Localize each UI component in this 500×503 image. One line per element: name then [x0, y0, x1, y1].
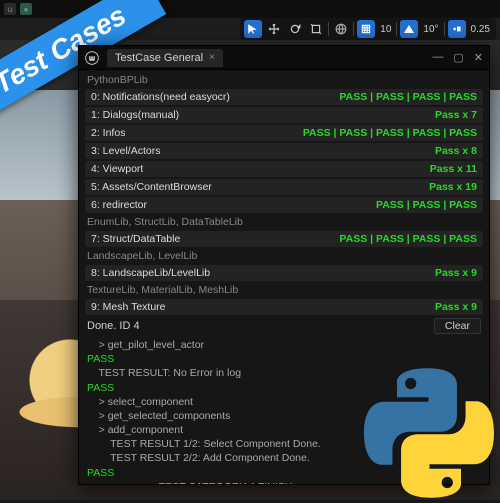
test-row[interactable]: 2: Infos PASS | PASS | PASS | PASS | PASS	[85, 125, 483, 141]
project-icon: ●	[20, 3, 32, 15]
test-label: 0: Notifications(need easyocr)	[91, 91, 230, 103]
group-header: EnumLib, StructLib, DataTableLib	[79, 214, 489, 230]
test-status: PASS | PASS | PASS | PASS	[339, 91, 477, 103]
test-status: PASS | PASS | PASS | PASS | PASS	[303, 127, 477, 139]
test-label: 8: LandscapeLib/LevelLib	[91, 267, 210, 279]
scale-snap-button[interactable]	[448, 20, 466, 38]
test-status: Pass x 9	[435, 301, 477, 313]
test-row[interactable]: 7: Struct/DataTable PASS | PASS | PASS | …	[85, 231, 483, 247]
test-row[interactable]: 5: Assets/ContentBrowser Pass x 19	[85, 179, 483, 195]
test-label: 7: Struct/DataTable	[91, 233, 180, 245]
test-row[interactable]: 8: LandscapeLib/LevelLib Pass x 9	[85, 265, 483, 281]
rotate-mode-button[interactable]	[286, 20, 304, 38]
test-row[interactable]: 0: Notifications(need easyocr) PASS | PAS…	[85, 89, 483, 105]
test-row[interactable]: 4: Viewport Pass x 11	[85, 161, 483, 177]
viewport-toolbar: 10 10° 0.25	[240, 18, 496, 40]
test-label: 4: Viewport	[91, 163, 143, 175]
angle-snap-value[interactable]: 10°	[421, 24, 440, 35]
test-label: 1: Dialogs(manual)	[91, 109, 179, 121]
python-logo-icon	[364, 368, 494, 498]
scale-mode-button[interactable]	[307, 20, 325, 38]
test-status: Pass x 19	[429, 181, 477, 193]
group-header: LandscapeLib, LevelLib	[79, 248, 489, 264]
test-row[interactable]: 9: Mesh Texture Pass x 9	[85, 299, 483, 315]
test-status: Pass x 7	[435, 109, 477, 121]
scale-snap-value[interactable]: 0.25	[469, 24, 492, 35]
window-close-button[interactable]: ✕	[474, 51, 483, 64]
log-line: > get_pilot_level_actor	[87, 338, 481, 352]
coord-space-button[interactable]	[332, 20, 350, 38]
translate-mode-button[interactable]	[265, 20, 283, 38]
window-title-bar[interactable]: TestCase General × — ▢ ✕	[79, 46, 489, 70]
test-row[interactable]: 1: Dialogs(manual) Pass x 7	[85, 107, 483, 123]
test-row[interactable]: 3: Level/Actors Pass x 8	[85, 143, 483, 159]
tab-label: TestCase General	[115, 52, 203, 64]
test-row[interactable]: 6: redirector PASS | PASS | PASS	[85, 197, 483, 213]
test-label: 6: redirector	[91, 199, 147, 211]
clear-button[interactable]: Clear	[434, 318, 481, 334]
done-text: Done. ID 4	[87, 320, 140, 332]
test-label: 2: Infos	[91, 127, 125, 139]
test-label: 5: Assets/ContentBrowser	[91, 181, 212, 193]
tab-testcase-general[interactable]: TestCase General ×	[107, 49, 223, 67]
ue-logo-icon: u	[4, 3, 16, 15]
group-header: TextureLib, MaterialLib, MeshLib	[79, 282, 489, 298]
test-status: Pass x 8	[435, 145, 477, 157]
angle-snap-button[interactable]	[400, 20, 418, 38]
log-pass: PASS	[87, 352, 481, 366]
test-status: Pass x 11	[430, 163, 477, 175]
ue-logo-icon	[85, 51, 99, 65]
test-label: 3: Level/Actors	[91, 145, 160, 157]
test-status: Pass x 9	[435, 267, 477, 279]
close-tab-icon[interactable]: ×	[209, 52, 215, 63]
window-minimize-button[interactable]: —	[432, 51, 443, 64]
test-status: PASS | PASS | PASS | PASS	[339, 233, 477, 245]
test-status: PASS | PASS | PASS	[376, 199, 477, 211]
select-mode-button[interactable]	[244, 20, 262, 38]
grid-snap-value[interactable]: 10	[378, 24, 393, 35]
group-header: PythonBPLib	[79, 72, 489, 88]
test-label: 9: Mesh Texture	[91, 301, 166, 313]
grid-snap-button[interactable]	[357, 20, 375, 38]
window-maximize-button[interactable]: ▢	[453, 51, 463, 64]
